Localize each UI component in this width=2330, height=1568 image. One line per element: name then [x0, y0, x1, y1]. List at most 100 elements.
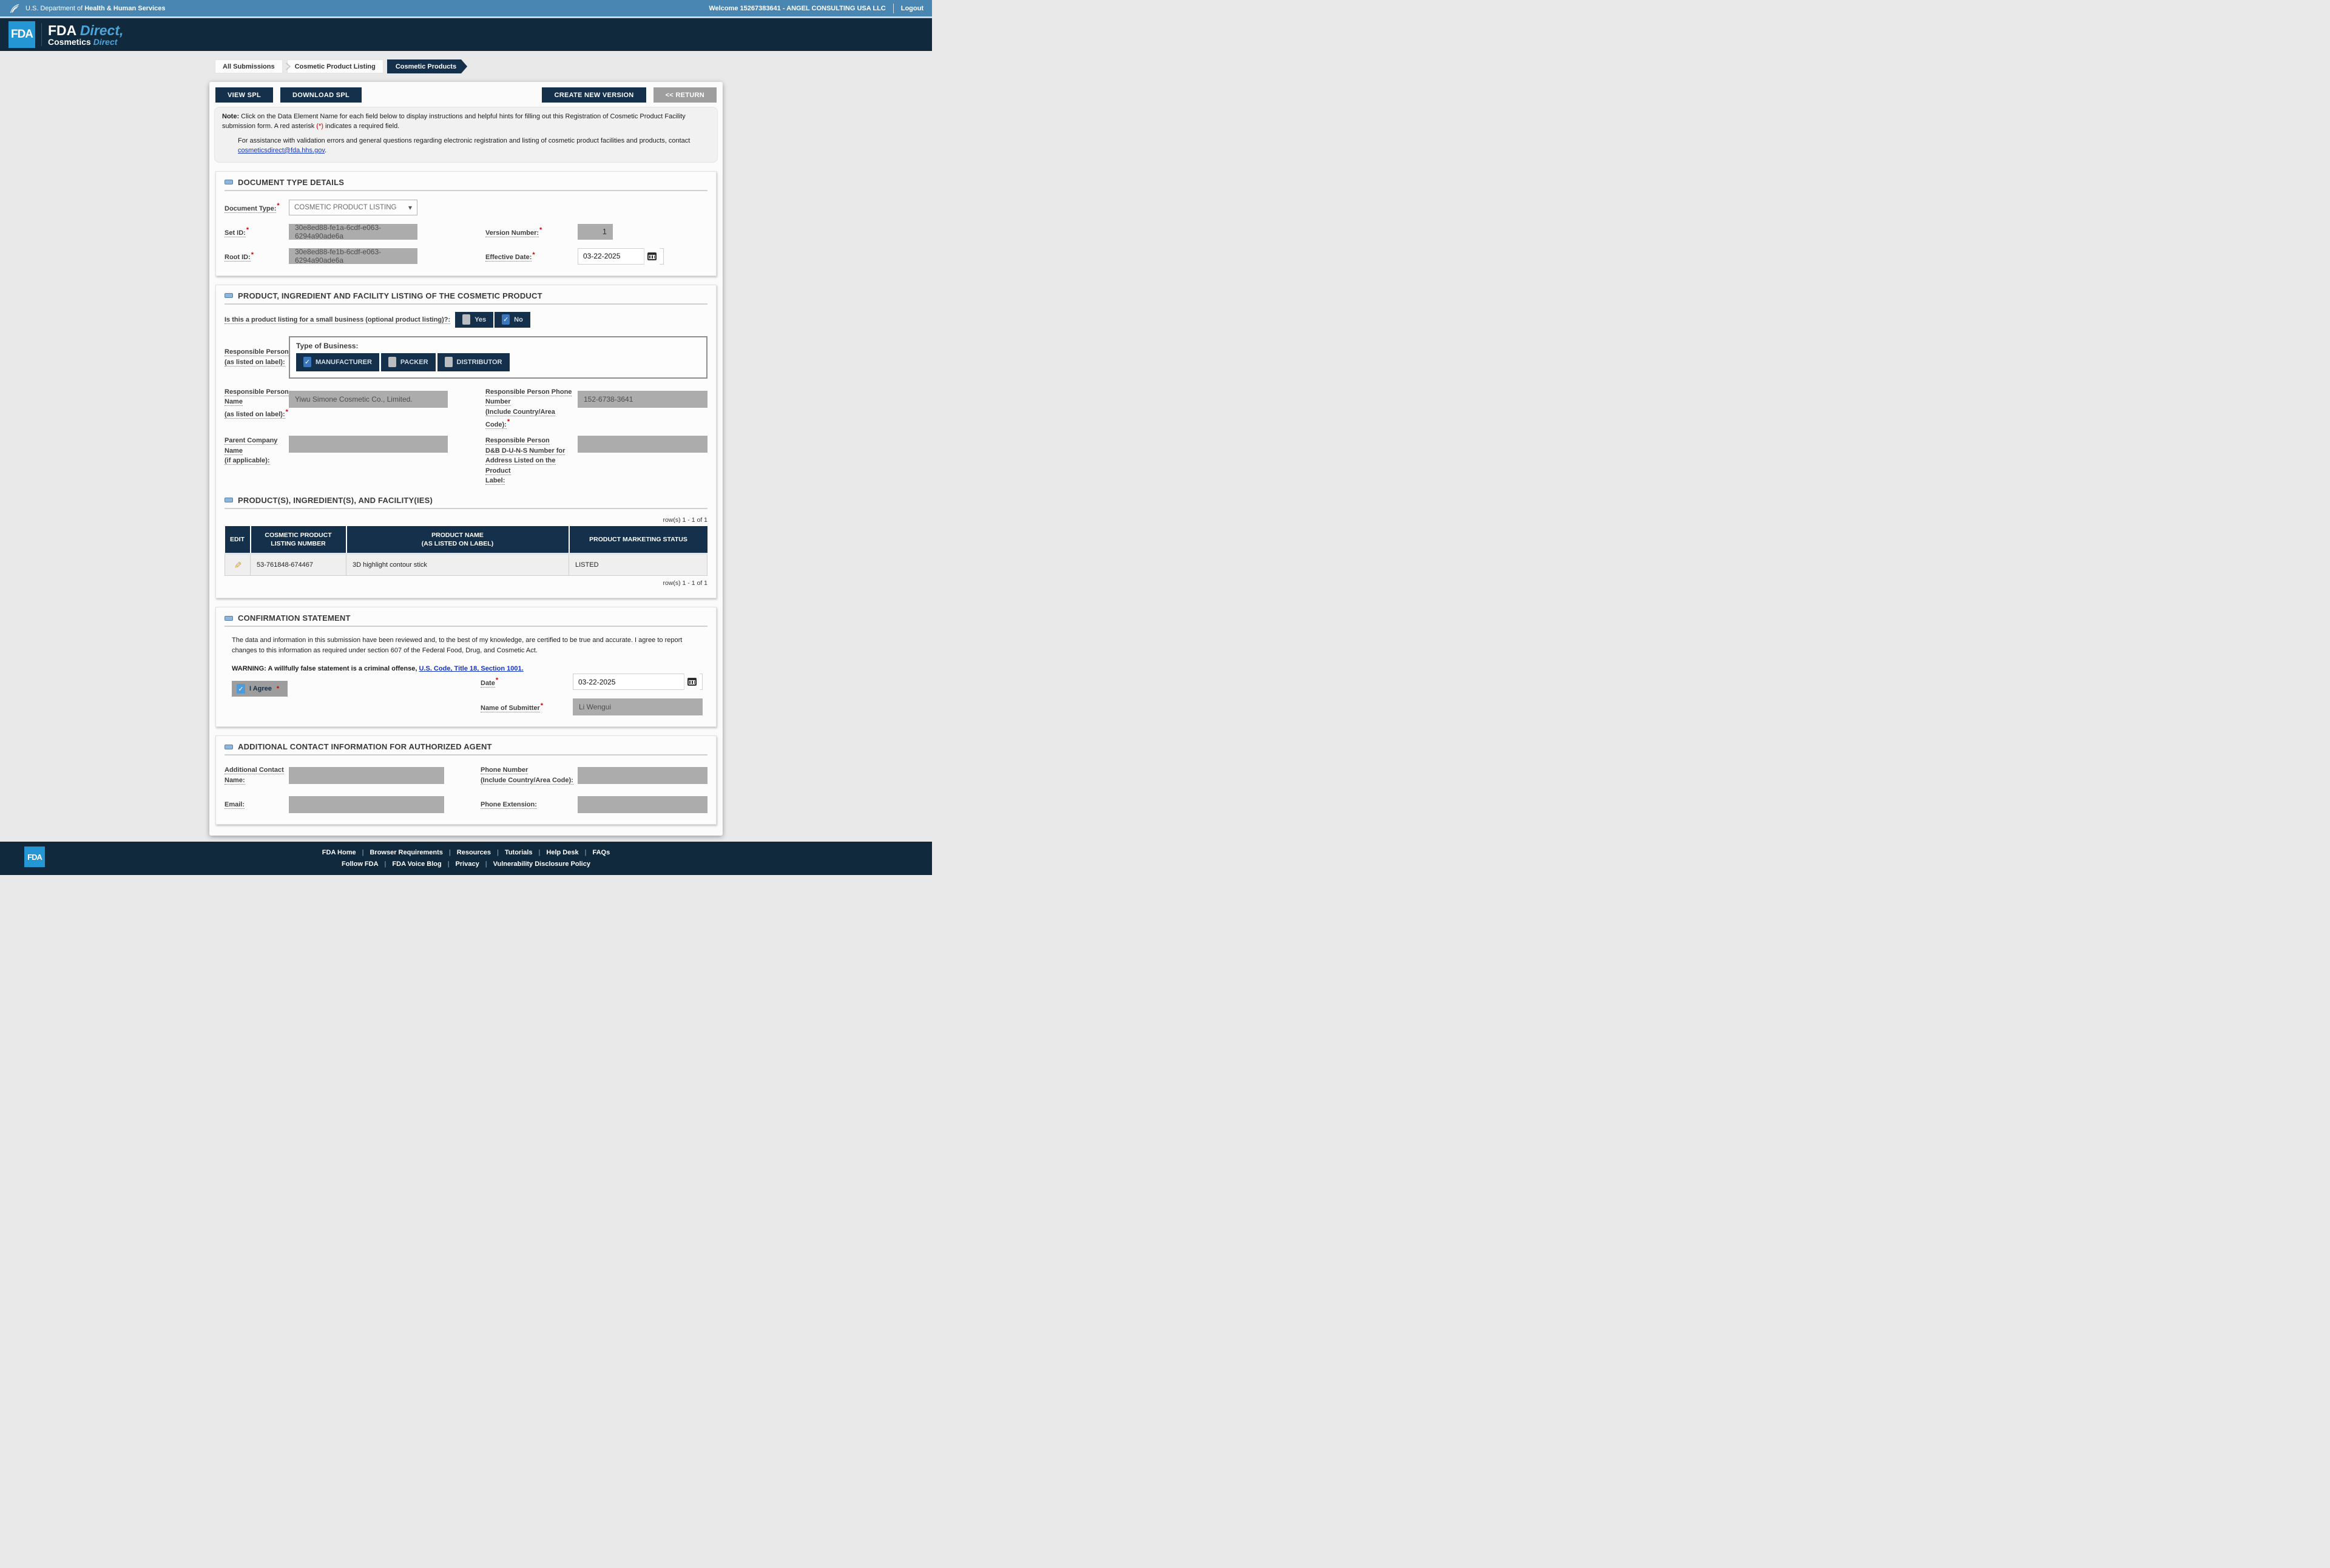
manufacturer-toggle[interactable]: ✓ MANUFACTURER — [296, 353, 379, 371]
warning-text: WARNING: A willfully false statement is … — [232, 665, 524, 673]
small-business-label[interactable]: Is this a product listing for a small bu… — [225, 315, 451, 325]
additional-contact-name-label[interactable]: Additional Contact Name: — [225, 765, 289, 785]
phone-number-field — [578, 766, 707, 784]
create-new-version-button[interactable]: CREATE NEW VERSION — [542, 87, 646, 103]
return-button[interactable]: << RETURN — [653, 87, 717, 103]
chevron-down-icon: ▾ — [408, 203, 412, 212]
phone-number-label[interactable]: Phone Number (Include Country/Area Code)… — [481, 765, 578, 785]
breadcrumb: All Submissions Cosmetic Product Listing… — [215, 59, 932, 73]
document-type-label[interactable]: Document Type:* — [225, 201, 289, 214]
collapse-section-icon[interactable] — [225, 744, 233, 749]
listing-number-column-header: COSMETIC PRODUCT LISTING NUMBER — [250, 525, 347, 554]
responsible-person-name-label[interactable]: Responsible Person Name (as listed on la… — [225, 387, 289, 420]
i-agree-toggle[interactable]: ✓ I Agree * — [232, 681, 288, 697]
calendar-button[interactable] — [684, 674, 700, 691]
duns-number-field — [578, 436, 707, 453]
effective-date-input[interactable] — [578, 252, 644, 261]
footer-link-browser-requirements[interactable]: Browser Requirements — [370, 849, 442, 856]
marketing-status-column-header: PRODUCT MARKETING STATUS — [569, 525, 707, 554]
footer-link-vulnerability-disclosure[interactable]: Vulnerability Disclosure Policy — [493, 860, 590, 868]
footer-link-fda-voice-blog[interactable]: FDA Voice Blog — [392, 860, 441, 868]
footer-link-follow-fda[interactable]: Follow FDA — [342, 860, 379, 868]
download-spl-button[interactable]: DOWNLOAD SPL — [280, 87, 362, 103]
edit-pencil-icon[interactable]: ✎ — [232, 561, 243, 569]
responsible-person-name-field: Yiwu Simone Cosmetic Co., Limited. — [289, 390, 448, 408]
checkbox-checked-icon: ✓ — [303, 357, 311, 368]
product-listing-section: PRODUCT, INGREDIENT AND FACILITY LISTING… — [215, 284, 717, 599]
checkbox-unchecked-icon — [444, 357, 453, 368]
duns-number-label[interactable]: Responsible Person D&B D-U-N-S Number fo… — [485, 436, 578, 486]
contact-email-link[interactable]: cosmeticsdirect@fda.hhs.gov — [238, 147, 325, 154]
type-of-business-box: Type of Business: ✓ MANUFACTURER PACKER … — [289, 336, 707, 379]
toolbar-spacer — [369, 87, 535, 103]
assistance-text: For assistance with validation errors an… — [238, 137, 691, 154]
distributor-toggle[interactable]: DISTRIBUTOR — [437, 353, 510, 371]
brand-header: FDA FDA Direct, Cosmetics Direct — [0, 18, 932, 51]
parent-company-field — [289, 436, 448, 453]
version-number-field: 1 — [578, 223, 613, 240]
collapse-section-icon[interactable] — [225, 293, 233, 299]
responsible-person-phone-label[interactable]: Responsible Person Phone Number (Include… — [485, 387, 578, 430]
small-business-toggle: Yes ✓ No — [455, 311, 530, 328]
type-of-business-label: Type of Business: — [296, 341, 359, 350]
confirmation-date-input[interactable] — [573, 677, 684, 686]
responsible-person-label[interactable]: Responsible Person (as listed on label): — [225, 347, 289, 367]
collapse-section-icon[interactable] — [225, 180, 233, 185]
email-label[interactable]: Email: — [225, 800, 289, 810]
document-type-select[interactable]: COSMETIC PRODUCT LISTING ▾ — [289, 199, 417, 215]
hhs-eagle-icon — [10, 4, 19, 13]
packer-toggle[interactable]: PACKER — [380, 353, 436, 371]
calendar-icon — [687, 678, 697, 686]
breadcrumb-cosmetic-product-listing[interactable]: Cosmetic Product Listing — [286, 59, 383, 73]
logout-link[interactable]: Logout — [901, 5, 924, 12]
footer-link-privacy[interactable]: Privacy — [456, 860, 479, 868]
small-business-yes-toggle[interactable]: Yes — [455, 311, 494, 328]
additional-contact-section: ADDITIONAL CONTACT INFORMATION FOR AUTHO… — [215, 735, 717, 825]
product-name-cell: 3D highlight contour stick — [346, 553, 569, 576]
view-spl-button[interactable]: VIEW SPL — [215, 87, 273, 103]
calendar-icon — [647, 252, 657, 260]
main-panel: VIEW SPL DOWNLOAD SPL CREATE NEW VERSION… — [209, 82, 723, 836]
hhs-top-bar: U.S. Department of Health & Human Servic… — [0, 0, 932, 18]
section-title: ADDITIONAL CONTACT INFORMATION FOR AUTHO… — [238, 742, 492, 752]
footer-link-resources[interactable]: Resources — [457, 849, 491, 856]
us-code-link[interactable]: U.S. Code, Title 18, Section 1001. — [419, 665, 523, 672]
header-divider — [893, 3, 894, 13]
product-name-column-header: PRODUCT NAME (AS LISTED ON LABEL) — [346, 525, 570, 554]
email-field — [289, 796, 444, 814]
additional-contact-name-field — [289, 766, 444, 784]
set-id-label[interactable]: Set ID:* — [225, 225, 289, 238]
collapse-section-icon[interactable] — [225, 498, 233, 503]
document-type-details-section: DOCUMENT TYPE DETAILS Document Type:* CO… — [215, 171, 717, 276]
checkbox-unchecked-icon — [462, 314, 471, 325]
welcome-text: Welcome 15267383641 - ANGEL CONSULTING U… — [709, 4, 886, 12]
responsible-person-phone-field: 152-6738-3641 — [578, 390, 707, 408]
footer-fda-logo: FDA — [24, 847, 45, 868]
footer-link-tutorials[interactable]: Tutorials — [505, 849, 533, 856]
calendar-button[interactable] — [644, 248, 660, 265]
collapse-section-icon[interactable] — [225, 615, 233, 621]
set-id-field: 30e8ed88-fe1a-6cdf-e063-6294a90ade6a — [289, 223, 417, 240]
root-id-label[interactable]: Root ID:* — [225, 250, 289, 263]
breadcrumb-cosmetic-products: Cosmetic Products — [387, 59, 467, 73]
section-title: CONFIRMATION STATEMENT — [238, 613, 351, 623]
effective-date-label[interactable]: Effective Date:* — [485, 250, 578, 263]
footer-link-faqs[interactable]: FAQs — [592, 849, 610, 856]
footer-link-fda-home[interactable]: FDA Home — [322, 849, 356, 856]
row-count-bottom: row(s) 1 - 1 of 1 — [663, 580, 707, 587]
brand-title: FDA Direct, Cosmetics Direct — [41, 23, 123, 47]
breadcrumb-all-submissions[interactable]: All Submissions — [215, 59, 283, 73]
footer-link-help-desk[interactable]: Help Desk — [546, 849, 578, 856]
version-number-label[interactable]: Version Number:* — [485, 225, 578, 238]
toolbar: VIEW SPL DOWNLOAD SPL CREATE NEW VERSION… — [214, 87, 718, 103]
name-of-submitter-label[interactable]: Name of Submitter* — [481, 701, 573, 714]
checkbox-unchecked-icon — [388, 357, 396, 368]
date-label[interactable]: Date* — [481, 675, 573, 688]
phone-extension-label[interactable]: Phone Extension: — [481, 800, 578, 810]
confirmation-text: The data and information in this submiss… — [232, 637, 683, 654]
phone-extension-field — [578, 796, 707, 814]
small-business-no-toggle[interactable]: ✓ No — [495, 311, 530, 328]
root-id-field: 30e8ed88-fe1b-6cdf-e063-6294a90ade6a — [289, 248, 417, 265]
parent-company-label[interactable]: Parent Company Name (if applicable): — [225, 436, 289, 466]
footer-links-row2: Follow FDA | FDA Voice Blog | Privacy | Vul… — [342, 860, 590, 868]
